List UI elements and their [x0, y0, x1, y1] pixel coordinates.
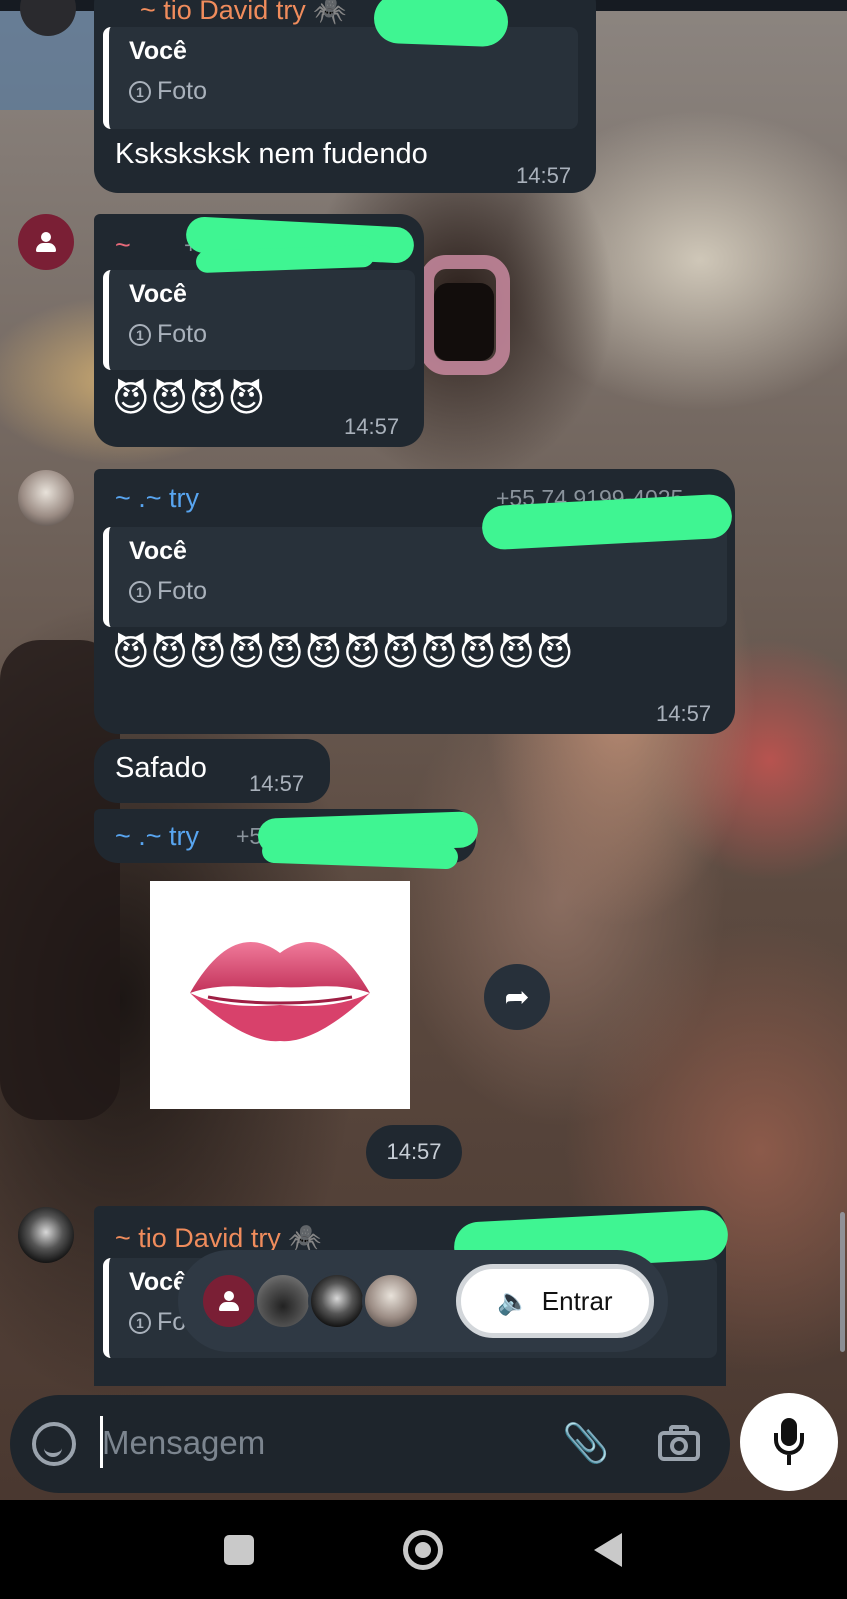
- join-label: Entrar: [541, 1285, 613, 1316]
- wallpaper-detail: [434, 283, 494, 361]
- sticker-icon[interactable]: [32, 1422, 76, 1466]
- camera-icon-part: [670, 1437, 688, 1455]
- message-time: 14:57: [344, 414, 400, 439]
- reply-media-label: Foto: [157, 320, 208, 348]
- back-icon[interactable]: [594, 1533, 622, 1567]
- join-voice-chat-button[interactable]: 🔈 Entrar: [456, 1264, 654, 1338]
- paperclip-icon[interactable]: 📎: [562, 1419, 609, 1469]
- message-bubble[interactable]: Safado 14:57: [94, 739, 330, 803]
- reply-author: Você: [129, 280, 187, 308]
- participant-avatar: [308, 1272, 366, 1330]
- message-time: 14:57: [366, 1125, 462, 1179]
- view-once-icon: [129, 1311, 151, 1334]
- sender-avatar[interactable]: [18, 1207, 74, 1263]
- recents-icon[interactable]: [224, 1535, 254, 1565]
- forward-button[interactable]: ➦: [484, 964, 550, 1030]
- voice-chat-bar[interactable]: 🔈 Entrar: [178, 1250, 668, 1352]
- message-time: 14:57: [656, 701, 712, 726]
- camera-icon[interactable]: [656, 1421, 704, 1467]
- person-icon: [218, 1291, 240, 1311]
- participant-avatar: [254, 1272, 312, 1330]
- sender-name[interactable]: ~: [115, 230, 131, 261]
- sender-name[interactable]: ~ tio David try 🕷️: [140, 0, 347, 26]
- emoji-message: 😈😈😈😈: [112, 378, 267, 419]
- forward-icon: ➦: [504, 980, 530, 1014]
- voice-record-button[interactable]: [740, 1393, 838, 1491]
- message-input[interactable]: [102, 1419, 542, 1467]
- reply-media-label: Foto: [157, 577, 208, 605]
- mic-icon-part: [774, 1433, 804, 1455]
- reply-preview[interactable]: Você Foto: [103, 270, 415, 370]
- home-icon[interactable]: [403, 1530, 443, 1570]
- scrollbar[interactable]: [840, 1212, 845, 1352]
- view-once-icon: [129, 80, 151, 103]
- sender-name[interactable]: ~ .~ try: [115, 821, 199, 852]
- sender-name[interactable]: ~ .~ try: [115, 483, 199, 514]
- mic-icon-part: [787, 1455, 791, 1465]
- view-once-icon: [129, 580, 151, 603]
- emoji-message: 😈😈😈😈😈😈😈😈😈😈😈😈: [112, 632, 575, 673]
- reply-media-label: Foto: [157, 77, 208, 105]
- message-bubble[interactable]: ~ tio David try 🕷️ Você Foto Ksksksksk n…: [94, 0, 596, 193]
- voice-participants[interactable]: [200, 1272, 420, 1330]
- message-text: Safado: [115, 752, 207, 784]
- message-composer[interactable]: 📎: [10, 1395, 730, 1493]
- reply-media: Foto: [129, 320, 207, 349]
- reply-preview[interactable]: Você Foto: [103, 27, 578, 129]
- biting-lip-sticker[interactable]: [150, 881, 410, 1109]
- participant-avatar: [200, 1272, 258, 1330]
- reply-author: Você: [129, 537, 187, 565]
- speaker-icon: 🔈: [497, 1285, 530, 1316]
- message-time: 14:57: [516, 163, 572, 188]
- reply-media: Foto: [129, 577, 207, 606]
- lips-icon: [190, 942, 370, 1042]
- redaction-mark: [373, 0, 509, 48]
- participant-avatar: [362, 1272, 420, 1330]
- sender-avatar[interactable]: [18, 470, 74, 526]
- reply-media: Fo: [129, 1308, 186, 1337]
- sender-avatar[interactable]: [18, 214, 74, 270]
- message-time: 14:57: [249, 771, 305, 796]
- person-icon: [35, 232, 57, 252]
- message-text: Ksksksksk nem fudendo: [115, 138, 428, 170]
- view-once-icon: [129, 323, 151, 346]
- reply-media: Foto: [129, 77, 207, 106]
- system-navigation-bar: [0, 1500, 847, 1599]
- reply-author: Você: [129, 37, 187, 65]
